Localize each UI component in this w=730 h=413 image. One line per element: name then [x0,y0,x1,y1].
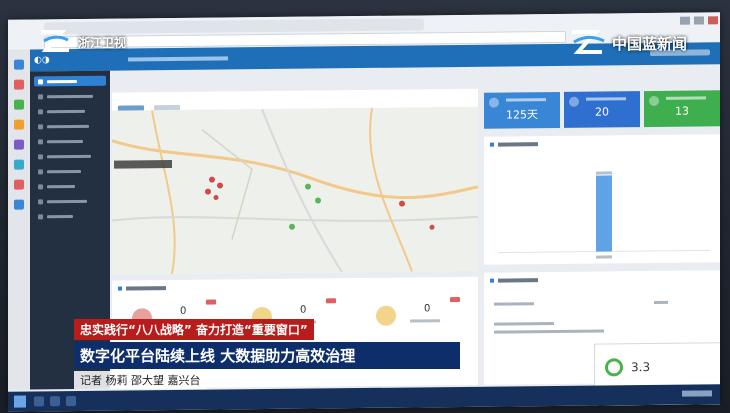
channel-watermark: 中国蓝新闻 [568,28,718,58]
watermark-logo-icon [572,30,605,54]
sidebar-item[interactable] [34,211,106,222]
sidebar-item[interactable] [34,196,106,207]
bar-chart [498,171,710,259]
app-icon[interactable] [14,199,24,210]
menu-icon [38,123,43,129]
menu-icon [38,93,43,99]
panel-header [118,286,166,291]
sidebar-item[interactable] [34,75,106,87]
sidebar-item[interactable] [34,136,106,147]
sidebar-item[interactable] [34,106,106,117]
start-icon[interactable] [14,395,26,408]
app-icon[interactable] [14,119,24,130]
chart-bar [596,175,612,252]
minimize-icon[interactable] [680,16,690,25]
os-dock [8,49,30,390]
station-logo-icon [41,30,69,52]
score-value: 3.3 [631,360,651,375]
stat-value: 0 [424,303,431,315]
app-icon[interactable] [14,99,24,110]
map-tooltip [114,160,172,169]
news-lower-third: 忠实践行“八八战略” 奋力打造“重要窗口” 数字化平台陆续上线 大数据助力高效治… [74,319,460,389]
score-ring-icon [605,358,623,377]
app-icon[interactable] [14,179,24,190]
menu-icon [38,183,43,189]
home-icon [38,78,43,84]
stat-card[interactable]: 125天 [484,91,560,129]
watermark-text: 中国蓝新闻 [612,35,688,53]
stat-value: 0 [300,304,307,316]
maximize-icon[interactable] [694,16,704,25]
map-panel [112,88,478,275]
close-icon[interactable] [708,16,718,25]
stat-card[interactable]: 20 [564,91,640,128]
sidebar-item[interactable] [34,166,106,177]
menu-icon [38,168,43,174]
app-icon[interactable] [14,59,24,70]
taskbar-app-icon[interactable] [66,396,76,407]
menu-icon [38,153,43,159]
app-icon[interactable] [14,159,24,170]
caption-slogan: 忠实践行“八八战略” 奋力打造“重要窗口” [74,319,314,340]
panel-header [490,278,538,283]
stat-card[interactable]: 13 [644,90,720,128]
clock [682,390,712,397]
bar-chart-panel [484,134,720,265]
menu-icon [38,138,43,144]
sidebar-item[interactable] [34,181,106,192]
app-icon[interactable] [14,79,24,90]
menu-icon [38,213,43,219]
map-view[interactable] [112,106,478,275]
sidebar-item[interactable] [34,121,106,132]
menu-icon [38,198,43,204]
menu-icon [38,108,43,114]
stat-value: 0 [180,305,187,317]
app-icon[interactable] [14,139,24,150]
map-tabs [118,96,190,112]
stat-card-value: 13 [675,104,689,118]
app-title [128,56,228,62]
taskbar-app-icon[interactable] [50,396,60,407]
caption-credits: 记者 杨莉 邵大望 嘉兴台 [74,371,207,389]
sidebar-item[interactable] [34,151,106,162]
sidebar-item[interactable] [34,91,106,102]
station-logo: 浙江卫视 [38,28,148,56]
taskbar-app-icon[interactable] [34,396,44,407]
stat-card-value: 20 [595,105,609,119]
station-name: 浙江卫视 [78,36,127,50]
caption-headline: 数字化平台陆续上线 大数据助力高效治理 [74,342,460,369]
stat-card-value: 125天 [506,108,538,122]
